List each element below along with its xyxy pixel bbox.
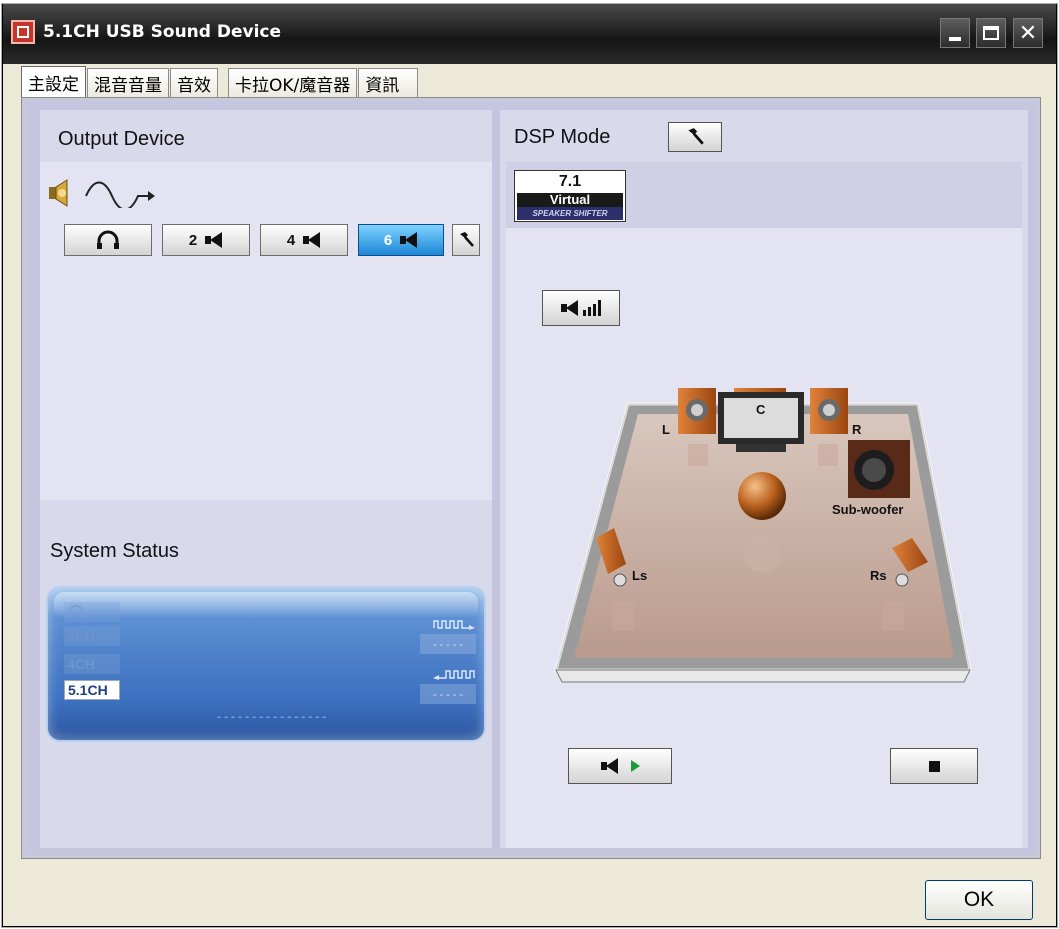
tab-main-settings[interactable]: 主設定 — [21, 66, 86, 98]
6-speaker-output-button[interactable]: 6 — [358, 224, 444, 256]
minimize-button[interactable] — [940, 18, 970, 48]
main-settings-panel: Output Device 2 4 6 System Status 2CH 4C… — [26, 102, 1036, 854]
play-icon — [630, 760, 640, 772]
right-column: DSP Mode 7.1 Virtual SPEAKER SHIFTER C L… — [500, 110, 1028, 848]
dsp-mode-title: DSP Mode — [514, 126, 611, 148]
speaker-icon — [205, 232, 223, 248]
close-button[interactable]: ✕ — [1013, 18, 1043, 48]
test-play-button[interactable] — [568, 748, 672, 784]
4-speaker-output-button[interactable]: 4 — [260, 224, 348, 256]
speaker-count-label: 4 — [286, 231, 296, 249]
minimize-icon — [949, 37, 961, 41]
ok-button[interactable]: OK — [925, 880, 1033, 920]
tab-bar: 主設定 混音音量 音效 卡拉OK/魔音器 資訊 — [21, 66, 419, 98]
2-speaker-output-button[interactable]: 2 — [162, 224, 250, 256]
dsp-config-button[interactable] — [668, 122, 722, 152]
output-device-box: 2 4 6 — [40, 162, 492, 500]
status-2ch-tag: 2CH — [64, 626, 120, 646]
subwoofer-label: Sub-woofer — [832, 502, 904, 517]
system-status-title: System Status — [50, 540, 179, 562]
speaker-icon — [561, 300, 579, 316]
maximize-button[interactable] — [976, 18, 1006, 48]
volume-bars-icon — [583, 300, 601, 316]
maximize-icon — [983, 26, 999, 40]
status-5-1ch-tag: 5.1CH — [64, 680, 120, 700]
stop-button[interactable] — [890, 748, 978, 784]
close-icon: ✕ — [1018, 20, 1038, 46]
status-meter: ---------------- — [216, 712, 329, 723]
speaker-icon — [303, 232, 321, 248]
headphones-icon — [68, 604, 84, 618]
headphones-icon — [97, 230, 119, 249]
status-headphones-tag — [64, 602, 120, 622]
tab-karaoke[interactable]: 卡拉OK/魔音器 — [228, 68, 358, 98]
stop-icon — [928, 760, 940, 772]
speaker-room-diagram: C L R Sub-woofer Ls Rs — [554, 388, 972, 683]
sound-device-window: 5.1CH USB Sound Device ✕ 主設定 混音音量 音效 卡拉O… — [2, 4, 1057, 927]
left-surround-label: Ls — [632, 568, 647, 583]
input-level-readout: ----- — [420, 684, 476, 704]
tab-effects[interactable]: 音效 — [170, 68, 218, 98]
output-signal-icon — [433, 620, 475, 630]
tab-content: Output Device 2 4 6 System Status 2CH 4C… — [21, 97, 1041, 859]
virtual-7-1-button[interactable]: 7.1 Virtual SPEAKER SHIFTER — [514, 170, 626, 222]
speaker-volume-button[interactable] — [542, 290, 620, 326]
dsp-mode-strip: 7.1 Virtual SPEAKER SHIFTER — [506, 162, 1022, 228]
headphones-output-button[interactable] — [64, 224, 152, 256]
waveform-arrow-icon — [85, 181, 155, 208]
left-speaker-label: L — [662, 422, 670, 437]
virtual-badge-label: Virtual — [517, 193, 623, 207]
window-title: 5.1CH USB Sound Device — [43, 22, 282, 42]
tab-info[interactable]: 資訊 — [358, 68, 419, 98]
virtual-badge-subtitle: SPEAKER SHIFTER — [517, 207, 623, 220]
title-bar[interactable]: 5.1CH USB Sound Device ✕ — [3, 4, 1056, 64]
dsp-mode-box: 7.1 Virtual SPEAKER SHIFTER C L R Sub-wo… — [506, 162, 1022, 848]
center-speaker-label: C — [756, 402, 766, 417]
virtual-badge-number: 7.1 — [558, 173, 582, 190]
speaker-config-button[interactable] — [452, 224, 480, 256]
system-status-panel: 2CH 4CH 5.1CH ----- ----- --------------… — [46, 586, 486, 742]
speaker-icon — [49, 179, 68, 207]
speaker-icon — [600, 758, 619, 774]
left-column: Output Device 2 4 6 System Status 2CH 4C… — [40, 110, 492, 848]
status-4ch-tag: 4CH — [64, 654, 120, 674]
output-device-title: Output Device — [58, 128, 185, 150]
tab-mixer-volume[interactable]: 混音音量 — [87, 68, 169, 98]
speaker-count-label: 6 — [383, 231, 393, 249]
speaker-count-label: 2 — [188, 231, 198, 249]
app-icon — [11, 20, 35, 44]
input-signal-icon — [433, 670, 475, 680]
speaker-icon — [400, 232, 418, 248]
hammer-icon — [688, 128, 704, 145]
output-level-readout: ----- — [420, 634, 476, 654]
right-surround-label: Rs — [870, 568, 887, 583]
hammer-icon — [460, 232, 474, 247]
right-speaker-label: R — [852, 422, 862, 437]
